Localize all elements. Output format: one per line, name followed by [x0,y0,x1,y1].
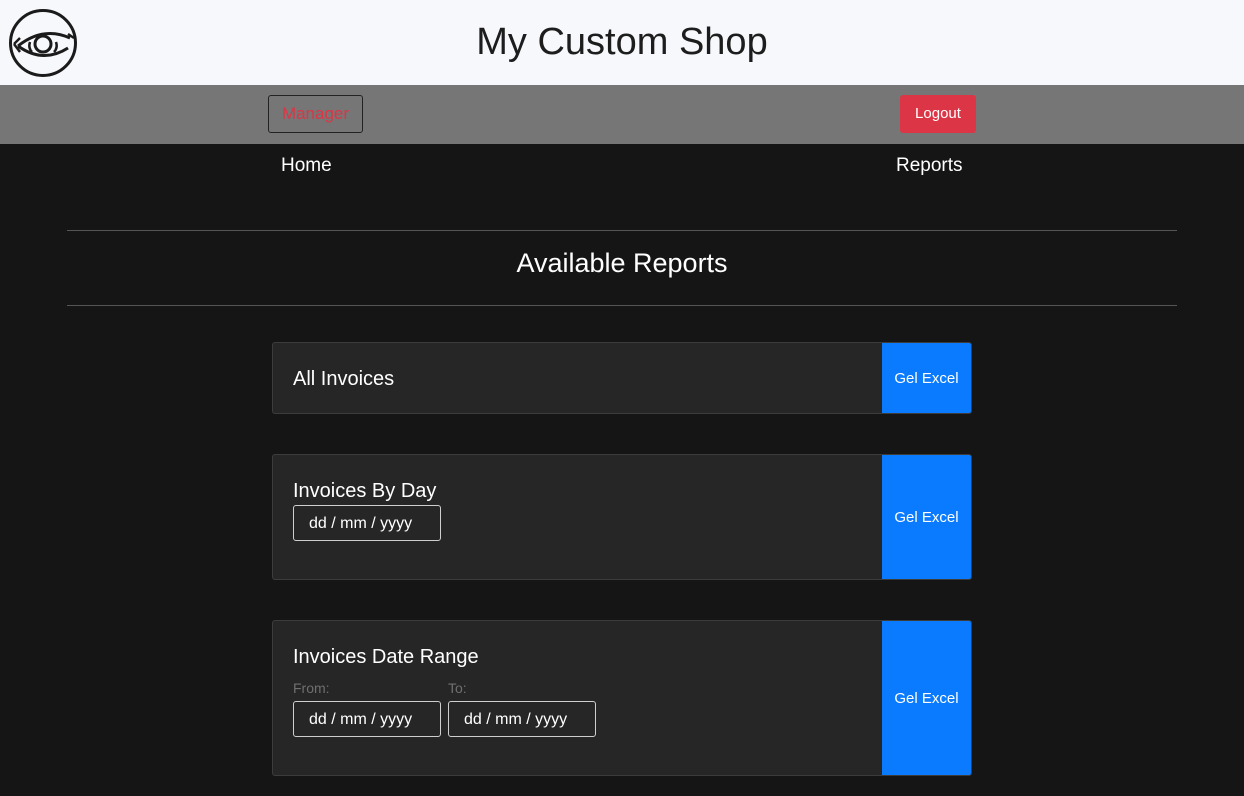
report-title: Invoices By Day [293,480,437,502]
logout-button[interactable]: Logout [900,95,976,133]
divider [67,305,1177,306]
to-label: To: [448,680,467,696]
app-header: My Custom Shop [0,0,1244,85]
report-card-invoices-date-range: Invoices Date Range From: To: dd / mm / … [272,620,972,776]
date-input[interactable]: dd / mm / yyyy [293,505,441,541]
get-excel-button[interactable]: Gel Excel [882,455,971,579]
section-title: Available Reports [516,248,728,278]
get-excel-button[interactable]: Gel Excel [882,621,971,775]
app-title: My Custom Shop [476,21,768,63]
report-card-invoices-by-day: Invoices By Day dd / mm / yyyy Gel Excel [272,454,972,580]
divider [67,230,1177,231]
from-date-input[interactable]: dd / mm / yyyy [293,701,441,737]
report-title: Invoices Date Range [293,646,479,668]
get-excel-button[interactable]: Gel Excel [882,343,971,413]
from-label: From: [293,680,330,696]
to-date-input[interactable]: dd / mm / yyyy [448,701,596,737]
nav-reports-link[interactable]: Reports [896,155,963,177]
report-title: All Invoices [293,368,395,390]
report-card-all-invoices: All Invoices Gel Excel [272,342,972,414]
role-button[interactable]: Manager [268,95,363,133]
nav-home-link[interactable]: Home [281,155,332,177]
user-bar: Manager Logout [0,85,1244,144]
